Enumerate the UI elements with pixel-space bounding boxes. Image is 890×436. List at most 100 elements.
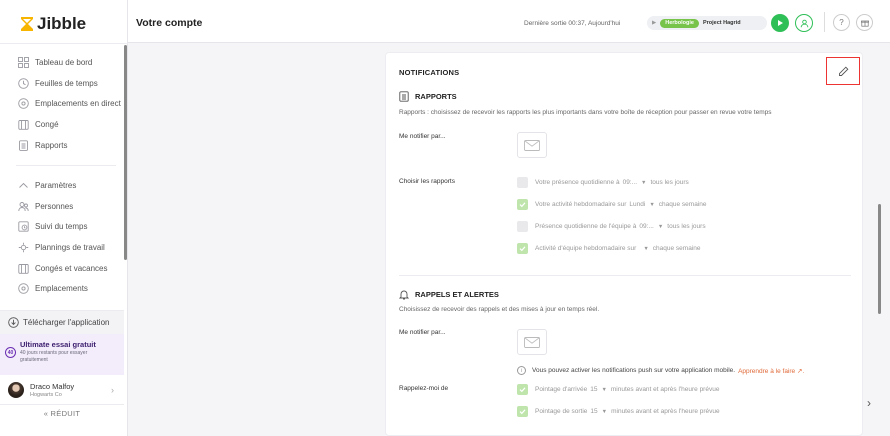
sidebar-item-live-locations[interactable]: Emplacements en direct (0, 93, 124, 114)
help-button[interactable]: ? (833, 14, 850, 31)
sidebar-item-label: Plannings de travail (35, 242, 105, 252)
divider (824, 12, 825, 32)
sidebar-item-label: Suivi du temps (35, 222, 88, 232)
caret-down-icon: ▼ (643, 245, 649, 252)
trial-title: Ultimate essai gratuit (20, 340, 96, 349)
divider (399, 275, 851, 276)
time-tracking-icon (18, 221, 29, 232)
reminder-option[interactable]: Pointage d'arrivée 15 ▼ minutes avant et… (517, 384, 719, 395)
user-icon (800, 19, 808, 27)
checkbox[interactable] (517, 384, 528, 395)
info-icon: i (517, 366, 526, 375)
section-title-text: RAPPORTS (415, 92, 457, 101)
sidebar-item-dashboard[interactable]: Tableau de bord (0, 52, 124, 73)
check-icon (519, 387, 526, 393)
push-info-text: Vous pouvez activer les notifications pu… (532, 367, 736, 374)
user-org: Hogwarts Co (30, 392, 62, 398)
sidebar-item-label: Emplacements (35, 284, 88, 294)
email-channel-toggle[interactable] (517, 132, 547, 158)
mail-icon (524, 139, 540, 151)
sidebar-item-label: Feuilles de temps (35, 78, 98, 88)
option-text: Pointage d'arrivée (535, 386, 588, 393)
sidebar-item-reports[interactable]: Rapports (0, 135, 124, 156)
email-channel-toggle[interactable] (517, 329, 547, 355)
sidebar-item-time-tracking[interactable]: Suivi du temps (0, 216, 124, 237)
option-text: Votre activité hebdomadaire sur (535, 201, 627, 208)
calendar-icon (18, 263, 29, 274)
app-logo[interactable]: Jibble (20, 14, 86, 34)
sidebar-item-settings[interactable]: Paramètres (0, 175, 124, 196)
user-status-button[interactable] (795, 14, 813, 32)
current-activity-pill[interactable]: ▶ Herbologie Project Hagrid (647, 16, 767, 30)
sidebar-item-label: Personnes (35, 201, 74, 211)
download-app-button[interactable]: Télécharger l'application (0, 310, 124, 334)
trial-subtitle: 40 jours restants pour essayer gratuitem… (20, 350, 88, 363)
option-text: Pointage de sortie (535, 408, 588, 415)
reminder-option[interactable]: Pointage de sortie 15 ▼ minutes avant et… (517, 406, 720, 417)
minutes-select[interactable]: 15 (590, 386, 597, 393)
checkbox[interactable] (517, 177, 528, 188)
dashboard-icon (18, 56, 29, 68)
app-name: Jibble (37, 14, 87, 33)
primary-nav: Tableau de bord Feuilles de temps Emplac… (0, 52, 124, 155)
clock-icon (18, 77, 29, 89)
edit-notifications-button[interactable] (826, 57, 860, 85)
reminders-description: Choisissez de recevoir des rappels et de… (399, 306, 600, 313)
sidebar-scrollbar[interactable] (124, 45, 127, 260)
report-option[interactable]: Votre activité hebdomadaire sur Lundi ▼ … (517, 199, 706, 210)
time-select[interactable]: 09:... (623, 179, 637, 186)
remind-me-label: Rappelez-moi de (399, 385, 449, 392)
report-option[interactable]: Présence quotidienne de l'équipe à 09:..… (517, 221, 706, 232)
play-small-icon: ▶ (652, 20, 657, 26)
caret-down-icon: ▼ (601, 408, 608, 415)
option-suffix: minutes avant et après l'heure prévue (610, 386, 720, 393)
caret-down-icon: ▼ (601, 386, 607, 393)
question-icon: ? (839, 18, 844, 27)
project-name: Project Hagrid (702, 20, 741, 26)
chevron-right-icon: › (111, 385, 114, 395)
sidebar-item-holidays[interactable]: Congés et vacances (0, 258, 124, 279)
checkbox[interactable] (517, 199, 528, 210)
check-icon (519, 202, 526, 208)
report-option[interactable]: Votre présence quotidienne à 09:... ▼ to… (517, 177, 689, 188)
gift-button[interactable] (856, 14, 873, 31)
sidebar-item-label: Tableau de bord (35, 57, 93, 67)
pencil-icon (838, 66, 848, 76)
sidebar-item-label: Congé (35, 119, 59, 129)
sidebar-item-locations[interactable]: Emplacements (0, 278, 124, 299)
section-title-text: RAPPELS ET ALERTES (415, 290, 499, 299)
user-profile[interactable]: Draco Malfoy Hogwarts Co › (0, 376, 124, 404)
reminders-section-title: RAPPELS ET ALERTES (399, 289, 499, 300)
download-icon (8, 317, 19, 328)
chevron-up-icon (18, 180, 29, 191)
caret-down-icon: ▼ (641, 179, 647, 186)
push-info: i Vous pouvez activer les notifications … (517, 366, 804, 375)
checkbox[interactable] (517, 243, 528, 254)
time-select[interactable]: 09:... (639, 223, 653, 230)
chevron-right-icon[interactable]: › (867, 396, 871, 410)
settings-nav: Paramètres Personnes Suivi du temps Plan… (0, 175, 124, 299)
clock-in-button[interactable] (771, 14, 789, 32)
option-suffix: tous les jours (650, 179, 689, 186)
check-icon (519, 409, 526, 415)
minutes-select[interactable]: 15 (590, 408, 597, 415)
checkbox[interactable] (517, 406, 528, 417)
sidebar-item-timesheets[interactable]: Feuilles de temps (0, 73, 124, 94)
report-option[interactable]: Activité d'équipe hebdomadaire sur ▼ cha… (517, 243, 701, 254)
sidebar: Jibble Tableau de bord Feuilles de temps… (0, 0, 128, 436)
learn-how-link[interactable]: Apprendre à le faire ↗. (738, 367, 804, 375)
option-text: Votre présence quotidienne à (535, 179, 620, 186)
user-name: Draco Malfoy (30, 382, 75, 391)
report-icon (18, 139, 29, 151)
sidebar-item-work-schedules[interactable]: Plannings de travail (0, 237, 124, 258)
main-scrollbar[interactable] (878, 204, 881, 314)
sidebar-item-leave[interactable]: Congé (0, 114, 124, 135)
sidebar-item-people[interactable]: Personnes (0, 196, 124, 217)
gift-icon (860, 20, 869, 27)
choose-reports-label: Choisir les rapports (399, 178, 455, 185)
collapse-sidebar-button[interactable]: « RÉDUIT (0, 404, 124, 422)
bell-icon (399, 290, 409, 300)
day-select[interactable]: Lundi (629, 201, 645, 208)
trial-banner[interactable]: 40 Ultimate essai gratuit 40 jours resta… (0, 334, 124, 375)
checkbox[interactable] (517, 221, 528, 232)
